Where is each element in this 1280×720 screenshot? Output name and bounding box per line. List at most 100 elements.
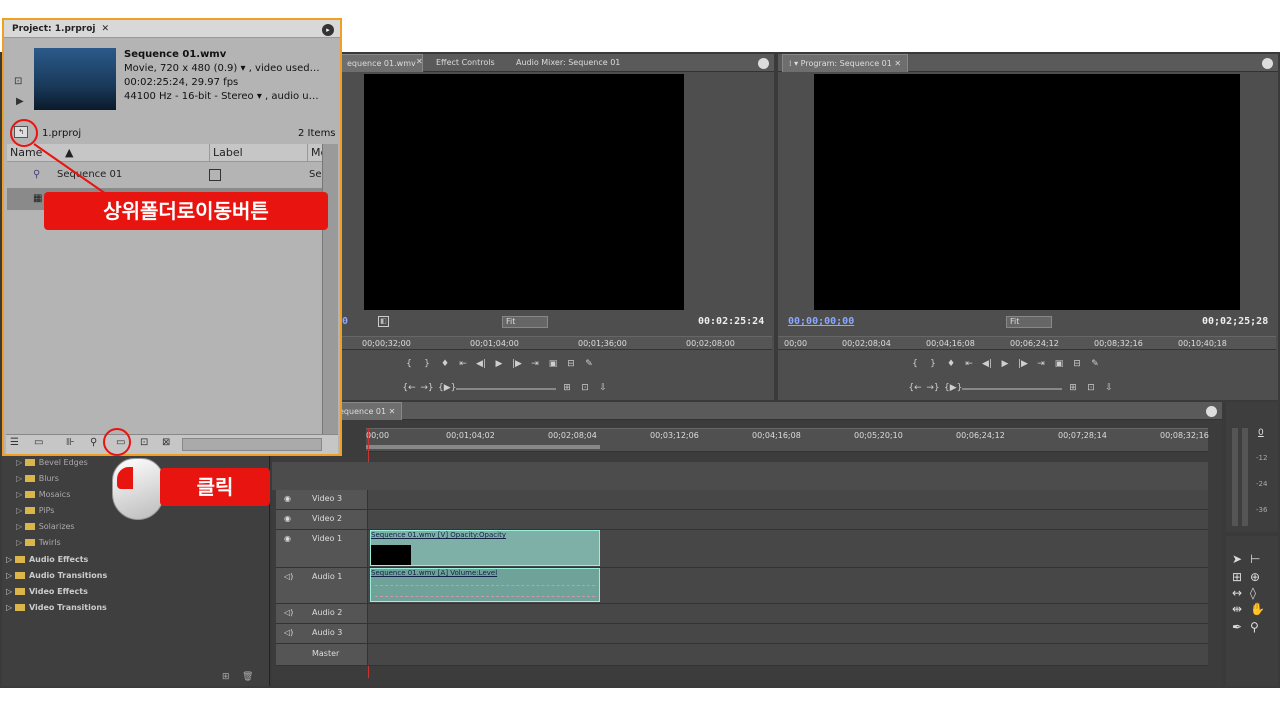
step-back-icon[interactable]: ◀| [474,358,488,370]
step-forward-icon[interactable]: |▶ [510,358,524,370]
selection-tool-icon[interactable]: ➤ [1232,552,1242,566]
step-forward-icon[interactable]: |▶ [1016,358,1030,370]
eye-icon[interactable]: ◉ [284,514,291,523]
effects-folder[interactable]: ▷ Audio Transitions [6,571,107,580]
mark-in-icon[interactable]: { [402,358,416,370]
wrench-icon[interactable]: ✎ [1088,358,1102,370]
safe-margin-icon[interactable]: ◧ [378,316,389,327]
horizontal-scrollbar[interactable] [182,438,322,451]
panel-menu-icon[interactable] [1206,406,1217,417]
go-to-prev-icon[interactable]: {← [402,382,416,394]
list-view-icon[interactable]: ☰ [10,437,19,448]
effects-subfolder[interactable]: ▷ Bevel Edges [16,458,88,467]
hand-tool-icon[interactable]: ✋ [1250,602,1265,616]
vertical-scrollbar[interactable] [322,144,338,434]
program-time-ruler[interactable]: 00;00 00;02;08;04 00;04;16;08 00;06;24;1… [778,336,1276,350]
export-frame-icon[interactable]: ⇩ [1102,382,1116,394]
razor-tool-icon[interactable]: ◊ [1250,586,1256,600]
close-icon[interactable]: ✕ [892,59,901,68]
lift-icon[interactable]: ⊟ [1070,358,1084,370]
go-to-prev-icon[interactable]: {← [908,382,922,394]
delete-icon[interactable]: ⊠ [162,437,170,448]
go-to-in-icon[interactable]: ⇤ [962,358,976,370]
audio-clip[interactable]: Sequence 01.wmv [A] Volume:Level [370,568,600,602]
extract-icon[interactable]: ⊡ [1084,382,1098,394]
timeline-ruler[interactable]: 00;00 00;01;04;02 00;02;08;04 00;03;12;0… [366,428,1209,452]
set-marker-icon[interactable]: ♦ [438,358,452,370]
video-clip[interactable]: Sequence 01.wmv [V] Opacity:Opacity [370,530,600,566]
export-frame-icon[interactable]: ⇩ [596,382,610,394]
play-in-out-icon[interactable]: {▶} [438,382,456,394]
tab-audio-mixer[interactable]: Audio Mixer: Sequence 01 [510,54,626,72]
jog-shuttle[interactable] [962,378,1062,390]
automate-icon[interactable]: ⊪ [66,437,75,448]
go-to-in-icon[interactable]: ⇤ [456,358,470,370]
mark-in-icon[interactable]: { [908,358,922,370]
play-icon[interactable]: ▶ [16,96,24,107]
lift-clip-icon[interactable]: ⊞ [1066,382,1080,394]
go-to-next-icon[interactable]: →} [926,382,940,394]
insert-clip-icon[interactable]: ⊞ [560,382,574,394]
chevron-down-icon[interactable]: ▾ [237,63,248,74]
close-icon[interactable]: ✕ [102,24,110,34]
rolling-edit-tool-icon[interactable]: ⊕ [1250,570,1260,584]
speaker-icon[interactable]: ◁) [284,608,293,617]
close-icon[interactable]: ✕ [416,57,423,66]
go-to-out-icon[interactable]: ⇥ [528,358,542,370]
tab-timeline[interactable]: equence 01 ✕ [332,402,403,420]
go-to-next-icon[interactable]: →} [420,382,434,394]
output-icon[interactable]: ▣ [546,358,560,370]
effects-folder[interactable]: ▷ Video Effects [6,587,88,596]
effects-subfolder[interactable]: ▷ PiPs [16,506,54,515]
effects-folder[interactable]: ▷ Video Transitions [6,603,107,612]
pen-tool-icon[interactable]: ✒ [1232,620,1242,634]
panel-menu-icon[interactable] [758,58,769,69]
effects-subfolder[interactable]: ▷ Mosaics [16,490,70,499]
icon-view-icon[interactable]: ▭ [34,437,43,448]
speaker-icon[interactable]: ◁) [284,572,293,581]
ripple-edit-tool-icon[interactable]: ⊞ [1232,570,1242,584]
close-icon[interactable]: ✕ [386,407,396,416]
tab-program[interactable]: ⁞ ▾ Program: Sequence 01 ✕ [782,54,909,72]
mark-out-icon[interactable]: } [926,358,940,370]
overlay-icon[interactable]: ⊡ [578,382,592,394]
track-select-tool-icon[interactable]: ⊢ [1250,552,1260,566]
delete-icon[interactable]: 🗑 [242,672,253,682]
output-icon[interactable]: ▣ [1052,358,1066,370]
step-back-icon[interactable]: ◀| [980,358,994,370]
play-icon[interactable]: ▶ [998,358,1012,370]
label-checkbox[interactable] [209,169,221,181]
col-label[interactable]: Label [209,144,243,162]
find-icon[interactable]: ⚲ [90,437,97,448]
panel-menu-icon[interactable] [1262,58,1273,69]
speaker-icon[interactable]: ◁) [284,628,293,637]
eye-icon[interactable]: ◉ [284,534,291,543]
program-fit-select[interactable]: Fit [1006,316,1052,328]
effects-folder[interactable]: ▷ Audio Effects [6,555,88,564]
zoom-tool-icon[interactable]: ⚲ [1250,620,1259,634]
insert-icon[interactable]: ⊟ [564,358,578,370]
mark-out-icon[interactable]: } [420,358,434,370]
tab-effect-controls[interactable]: Effect Controls [430,54,501,72]
project-panel-header[interactable]: Project: 1.prproj ✕ [4,20,340,38]
tab-source[interactable]: equence 01.wmv [340,54,423,72]
poster-frame-icon[interactable]: ⊡ [14,76,22,87]
chevron-down-icon[interactable]: ▾ [254,91,265,102]
play-icon[interactable]: ▶ [492,358,506,370]
play-in-out-icon[interactable]: {▶} [944,382,962,394]
jog-shuttle[interactable] [456,378,556,390]
eye-icon[interactable]: ◉ [284,494,291,503]
source-time-ruler[interactable]: 00;00;32;00 00;01;04;00 00;01;36;00 00;0… [340,336,772,350]
new-bin-icon[interactable]: ⊞ [222,672,230,682]
source-fit-select[interactable]: Fit [502,316,548,328]
effects-subfolder[interactable]: ▷ Twirls [16,538,61,547]
new-item-icon[interactable]: ⊡ [140,437,148,448]
go-to-out-icon[interactable]: ⇥ [1034,358,1048,370]
wrench-icon[interactable]: ✎ [582,358,596,370]
effects-subfolder[interactable]: ▷ Solarizes [16,522,75,531]
set-marker-icon[interactable]: ♦ [944,358,958,370]
effects-subfolder[interactable]: ▷ Blurs [16,474,59,483]
slip-tool-icon[interactable]: ⇹ [1232,602,1242,616]
rate-stretch-tool-icon[interactable]: ↔ [1232,586,1242,600]
panel-menu-icon[interactable]: ▸ [322,24,334,36]
